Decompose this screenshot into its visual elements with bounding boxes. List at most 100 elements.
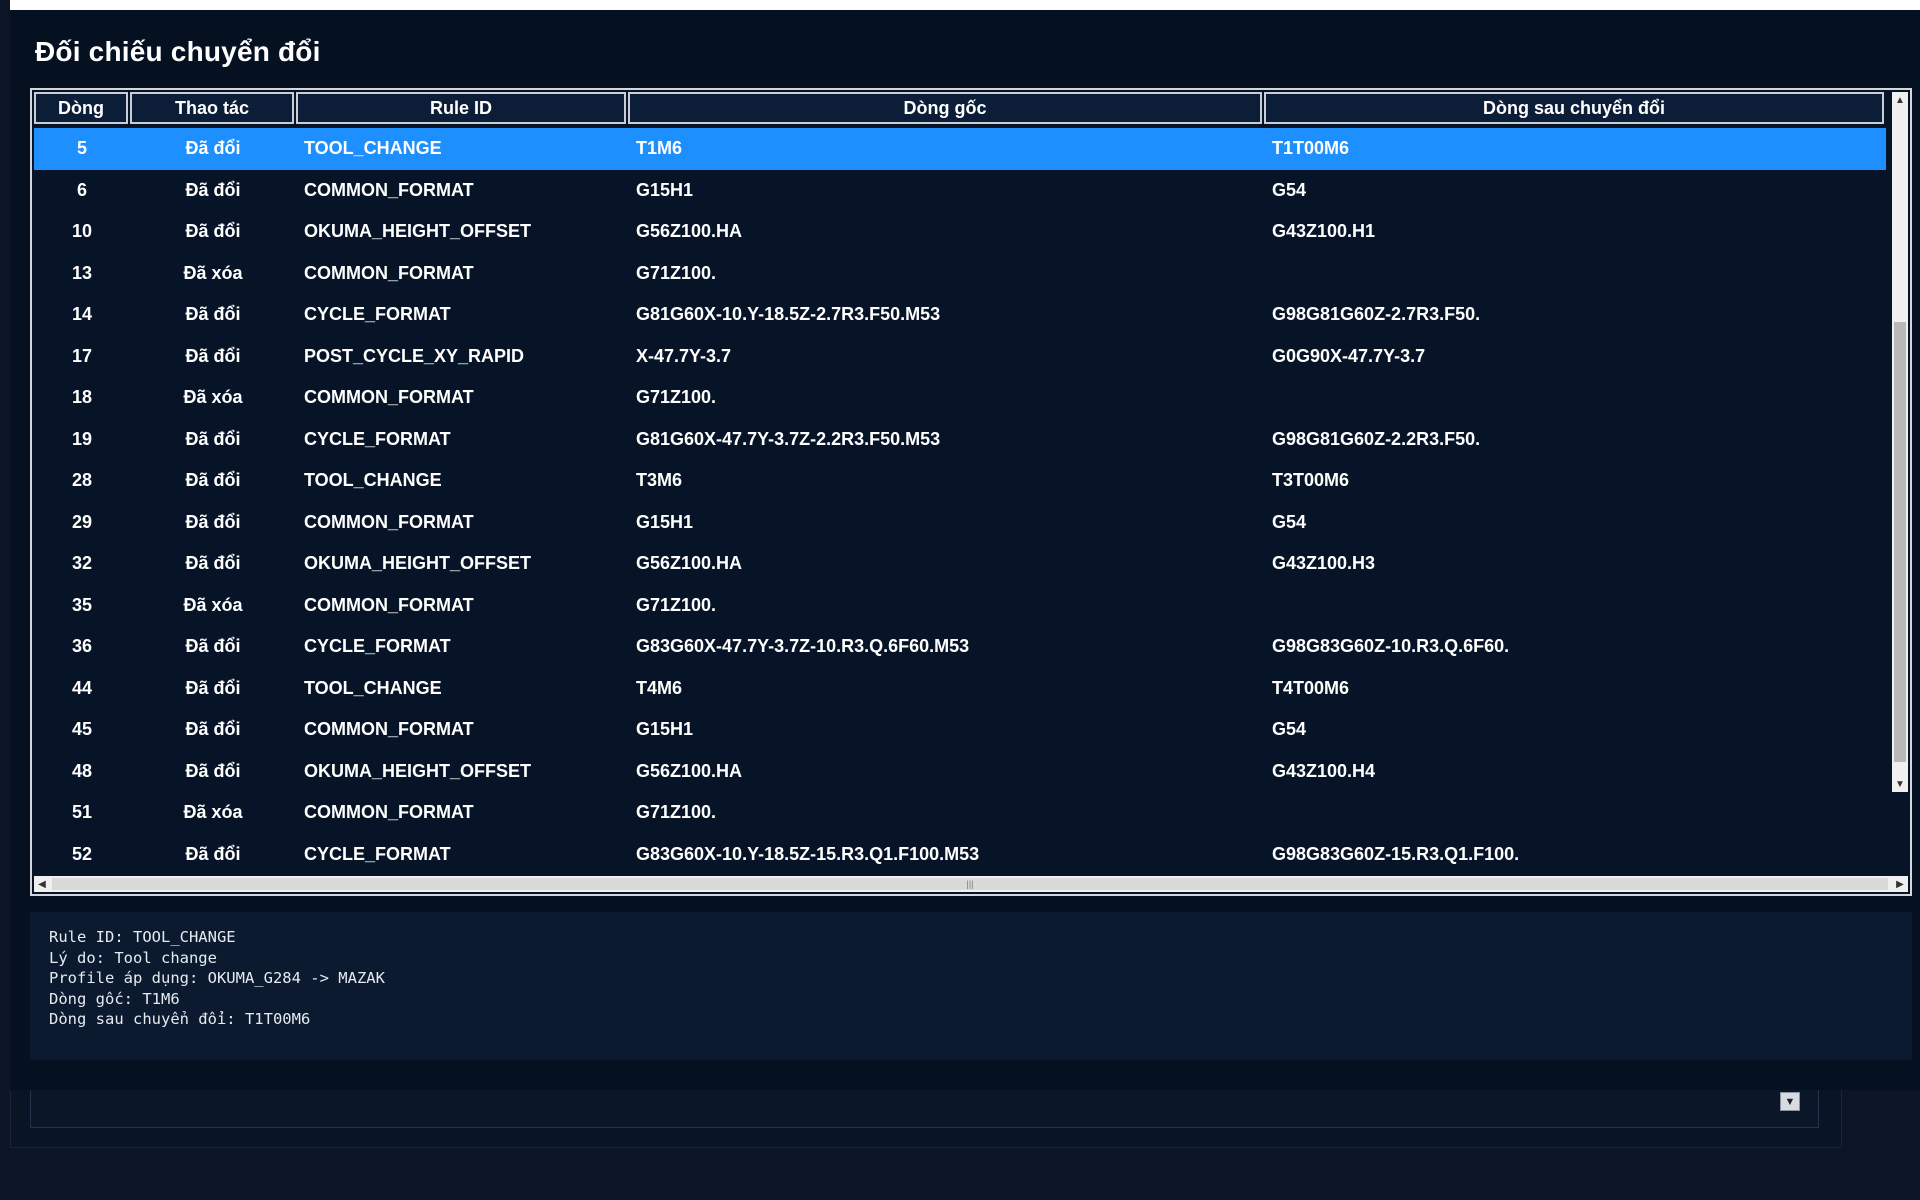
cell-line-number: 10 — [71, 221, 93, 242]
cell-line-number: 29 — [71, 511, 93, 532]
cell-line-number: 52 — [71, 843, 93, 864]
table-row[interactable]: 29 Đã đổi COMMON_FORMAT G15H1 G54 — [34, 502, 1886, 544]
cell-action: Đã đổi — [185, 470, 241, 491]
details-panel: Rule ID: TOOL_CHANGE Lý do: Tool change Pr… — [30, 912, 1912, 1060]
table-row[interactable]: 17 Đã đổi POST_CYCLE_XY_RAPID X-47.7Y-3.7 G0… — [34, 336, 1886, 378]
cell-converted-line: G98G83G60Z-10.R3.Q.6F60. — [1272, 636, 1510, 657]
cell-rule-id: OKUMA_HEIGHT_OFFSET — [304, 221, 532, 242]
table-row[interactable]: 6 Đã đổi COMMON_FORMAT G15H1 G54 — [34, 170, 1886, 212]
cell-converted-line: T1T00M6 — [1272, 138, 1350, 159]
combobox-dropdown-button[interactable]: ▼ — [1780, 1092, 1800, 1111]
cell-line-number: 13 — [71, 262, 93, 283]
cell-action: Đã đổi — [185, 843, 241, 864]
cell-line-number: 6 — [76, 179, 87, 200]
cell-line-number: 5 — [76, 138, 87, 159]
table-row[interactable]: 14 Đã đổi CYCLE_FORMAT G81G60X-10.Y-18.5Z-2… — [34, 294, 1886, 336]
cell-rule-id: TOOL_CHANGE — [304, 470, 442, 491]
cell-original-line: G56Z100.HA — [636, 221, 743, 242]
scroll-up-icon[interactable]: ▲ — [1892, 92, 1908, 108]
cell-converted-line: G43Z100.H3 — [1272, 553, 1376, 574]
chevron-down-icon: ▼ — [1784, 1095, 1796, 1108]
cell-original-line: G56Z100.HA — [636, 760, 743, 781]
cell-action: Đã đổi — [185, 345, 241, 366]
cell-converted-line: G54 — [1272, 511, 1307, 532]
cell-rule-id: CYCLE_FORMAT — [304, 636, 451, 657]
horizontal-scrollbar[interactable]: ◀ ||| ▶ — [34, 876, 1908, 892]
table-row[interactable]: 10 Đã đổi OKUMA_HEIGHT_OFFSET G56Z100.HA G43… — [34, 211, 1886, 253]
column-header-converted-line[interactable]: Dòng sau chuyển đổi — [1264, 92, 1884, 124]
cell-converted-line: G54 — [1272, 719, 1307, 740]
dialog-title: Đối chiếu chuyển đổi — [35, 36, 321, 67]
details-line: Dòng gốc: T1M6 — [49, 989, 180, 1008]
cell-original-line: X-47.7Y-3.7 — [636, 345, 732, 366]
cell-original-line: G15H1 — [636, 719, 694, 740]
cell-line-number: 35 — [71, 594, 93, 615]
cell-rule-id: COMMON_FORMAT — [304, 802, 474, 823]
cell-rule-id: TOOL_CHANGE — [304, 677, 442, 698]
table-row[interactable]: 32 Đã đổi OKUMA_HEIGHT_OFFSET G56Z100.HA G43… — [34, 543, 1886, 585]
column-header-line[interactable]: Dòng — [34, 92, 128, 124]
table-row[interactable]: 52 Đã đổi CYCLE_FORMAT G83G60X-10.Y-18.5Z-1… — [34, 834, 1886, 876]
cell-converted-line: G43Z100.H4 — [1272, 760, 1376, 781]
cell-action: Đã đổi — [185, 511, 241, 532]
cell-rule-id: COMMON_FORMAT — [304, 387, 474, 408]
scroll-down-icon[interactable]: ▼ — [1892, 776, 1908, 792]
cell-converted-line: T4T00M6 — [1272, 677, 1350, 698]
grip-icon: ||| — [966, 879, 974, 889]
table-row[interactable]: 28 Đã đổi TOOL_CHANGE T3M6 T3T00M6 — [34, 460, 1886, 502]
vertical-scrollbar[interactable]: ▲ ▼ — [1892, 92, 1908, 792]
vertical-scroll-thumb[interactable] — [1894, 322, 1906, 762]
cell-line-number: 14 — [71, 304, 93, 325]
table-row[interactable]: 36 Đã đổi CYCLE_FORMAT G83G60X-47.7Y-3.7Z-1… — [34, 626, 1886, 668]
cell-original-line: G71Z100. — [636, 802, 717, 823]
cell-converted-line: G98G81G60Z-2.2R3.F50. — [1272, 428, 1481, 449]
cell-converted-line: G54 — [1272, 179, 1307, 200]
cell-rule-id: COMMON_FORMAT — [304, 719, 474, 740]
table-row[interactable]: 5 Đã đổi TOOL_CHANGE T1M6 T1T00M6 — [34, 128, 1886, 170]
column-header-rule-id[interactable]: Rule ID — [296, 92, 626, 124]
cell-rule-id: CYCLE_FORMAT — [304, 843, 451, 864]
cell-rule-id: COMMON_FORMAT — [304, 511, 474, 532]
cell-action: Đã xóa — [183, 387, 243, 408]
cell-original-line: G83G60X-10.Y-18.5Z-15.R3.Q1.F100.M53 — [636, 843, 980, 864]
cell-rule-id: TOOL_CHANGE — [304, 138, 442, 159]
cell-converted-line: G43Z100.H1 — [1272, 221, 1376, 242]
horizontal-scroll-thumb[interactable]: ||| — [52, 878, 1888, 890]
cell-rule-id: CYCLE_FORMAT — [304, 428, 451, 449]
conversion-table[interactable]: Dòng Thao tác Rule ID Dòng gốc Dòng sau … — [30, 88, 1912, 896]
cell-original-line: T4M6 — [636, 677, 683, 698]
cell-line-number: 36 — [71, 636, 93, 657]
cell-action: Đã đổi — [185, 221, 241, 242]
cell-rule-id: OKUMA_HEIGHT_OFFSET — [304, 553, 532, 574]
table-row[interactable]: 35 Đã xóa COMMON_FORMAT G71Z100. — [34, 585, 1886, 627]
table-row[interactable]: 48 Đã đổi OKUMA_HEIGHT_OFFSET G56Z100.HA G43… — [34, 751, 1886, 793]
table-row[interactable]: 18 Đã xóa COMMON_FORMAT G71Z100. — [34, 377, 1886, 419]
cell-action: Đã xóa — [183, 802, 243, 823]
cell-original-line: G83G60X-47.7Y-3.7Z-10.R3.Q.6F60.M53 — [636, 636, 970, 657]
column-header-original-line[interactable]: Dòng gốc — [628, 92, 1262, 124]
cell-original-line: G15H1 — [636, 179, 694, 200]
cell-action: Đã đổi — [185, 553, 241, 574]
scroll-left-icon[interactable]: ◀ — [34, 876, 50, 892]
cell-action: Đã đổi — [185, 179, 241, 200]
table-row[interactable]: 51 Đã xóa COMMON_FORMAT G71Z100. — [34, 792, 1886, 834]
cell-converted-line: T3T00M6 — [1272, 470, 1350, 491]
cell-action: Đã đổi — [185, 428, 241, 449]
details-line: Lý do: Tool change — [49, 948, 217, 967]
cell-original-line: G56Z100.HA — [636, 553, 743, 574]
cell-line-number: 17 — [71, 345, 93, 366]
cell-original-line: G15H1 — [636, 511, 694, 532]
table-row[interactable]: 13 Đã xóa COMMON_FORMAT G71Z100. — [34, 253, 1886, 295]
scroll-right-icon[interactable]: ▶ — [1892, 876, 1908, 892]
cell-line-number: 18 — [71, 387, 93, 408]
table-row[interactable]: 45 Đã đổi COMMON_FORMAT G15H1 G54 — [34, 709, 1886, 751]
cell-line-number: 48 — [71, 760, 93, 781]
cell-line-number: 32 — [71, 553, 93, 574]
column-header-action[interactable]: Thao tác — [130, 92, 294, 124]
table-header: Dòng Thao tác Rule ID Dòng gốc Dòng sau … — [34, 92, 1886, 126]
cell-rule-id: CYCLE_FORMAT — [304, 304, 451, 325]
cell-action: Đã xóa — [183, 594, 243, 615]
table-row[interactable]: 19 Đã đổi CYCLE_FORMAT G81G60X-47.7Y-3.7Z-2… — [34, 419, 1886, 461]
background-combobox[interactable] — [30, 1085, 1819, 1128]
table-row[interactable]: 44 Đã đổi TOOL_CHANGE T4M6 T4T00M6 — [34, 668, 1886, 710]
